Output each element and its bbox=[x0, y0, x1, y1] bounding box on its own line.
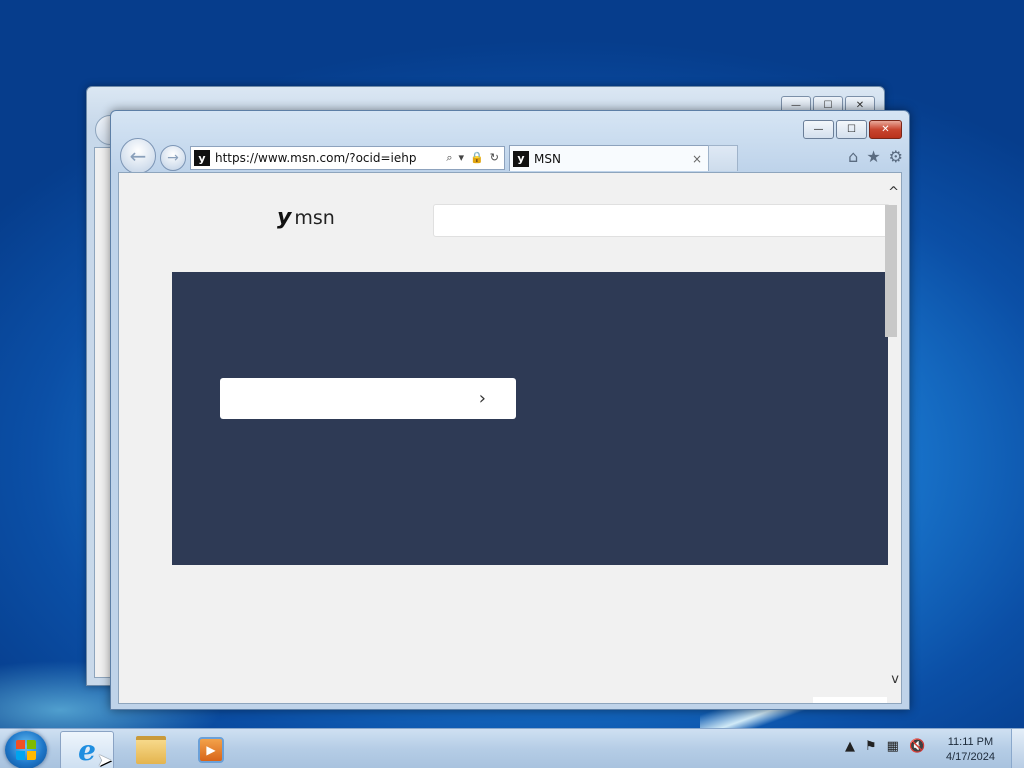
clock[interactable]: 11:11 PM 4/17/2024 bbox=[946, 735, 995, 765]
home-icon[interactable]: ⌂ bbox=[848, 147, 858, 166]
tab-close-icon[interactable]: × bbox=[692, 152, 702, 166]
lock-icon[interactable]: 🔒 bbox=[470, 151, 484, 165]
play-icon: ▶ bbox=[206, 742, 216, 757]
dropdown-icon[interactable]: ▾ bbox=[459, 151, 465, 165]
system-tray: ▲ ⚑ ▦ 🔇 bbox=[845, 739, 925, 754]
taskbar-file-explorer[interactable] bbox=[125, 731, 177, 768]
start-button[interactable] bbox=[5, 731, 47, 768]
back-arrow-icon: ← bbox=[129, 144, 147, 168]
scroll-down-icon[interactable]: v bbox=[891, 672, 899, 687]
maximize-button[interactable]: ☐ bbox=[836, 120, 867, 139]
chevron-right-icon: › bbox=[478, 388, 486, 409]
favorites-star-icon[interactable]: ★ bbox=[866, 147, 880, 166]
show-desktop-button[interactable] bbox=[1011, 729, 1024, 768]
bottom-element bbox=[813, 697, 887, 703]
desktop: — ☐ ✕ — ☐ ✕ ← → y https://www.msn.com/?o… bbox=[0, 0, 1024, 768]
page-content: y msn › ^ v bbox=[118, 172, 902, 704]
clock-time: 11:11 PM bbox=[947, 736, 994, 748]
msn-favicon-icon: y bbox=[194, 150, 210, 166]
tab-msn[interactable]: y MSN × bbox=[509, 145, 709, 171]
hero-banner: › bbox=[172, 272, 888, 565]
search-input[interactable] bbox=[433, 204, 890, 237]
taskbar: e ▶ ▲ ⚑ ▦ 🔇 11:11 PM 4/17/2024 bbox=[0, 728, 1024, 768]
taskbar-media-player[interactable]: ▶ bbox=[185, 731, 237, 768]
tab-favicon-icon: y bbox=[513, 150, 529, 167]
msn-logo[interactable]: y msn bbox=[277, 205, 335, 230]
address-url[interactable]: https://www.msn.com/?ocid=iehp bbox=[215, 151, 446, 165]
logo-text: msn bbox=[294, 206, 335, 229]
close-button[interactable]: ✕ bbox=[869, 120, 902, 139]
scrollbar-thumb[interactable] bbox=[885, 205, 897, 337]
action-center-flag-icon[interactable]: ⚑ bbox=[865, 739, 877, 754]
media-player-icon: ▶ bbox=[198, 736, 224, 763]
browser-toolbar-right: ⌂ ★ ⚙ bbox=[848, 147, 903, 166]
back-button[interactable]: ← bbox=[120, 138, 156, 174]
clock-date: 4/17/2024 bbox=[946, 751, 995, 763]
forward-arrow-icon: → bbox=[167, 150, 179, 166]
volume-muted-icon[interactable]: 🔇 bbox=[909, 739, 925, 754]
new-tab-button[interactable] bbox=[708, 145, 738, 171]
hero-action-button[interactable]: › bbox=[220, 378, 516, 419]
mouse-cursor-icon: ➤ bbox=[97, 750, 113, 768]
tab-title: MSN bbox=[534, 151, 561, 166]
scroll-up-icon[interactable]: ^ bbox=[888, 185, 899, 200]
folder-icon bbox=[136, 735, 166, 764]
browser-window: — ☐ ✕ ← → y https://www.msn.com/?ocid=ie… bbox=[110, 110, 910, 710]
windows-logo-icon bbox=[16, 740, 36, 760]
show-hidden-icons-icon[interactable]: ▲ bbox=[845, 739, 855, 754]
refresh-icon[interactable]: ↻ bbox=[490, 151, 499, 165]
address-bar[interactable]: y https://www.msn.com/?ocid=iehp ⌕ ▾ 🔒 ↻ bbox=[190, 146, 505, 170]
settings-gear-icon[interactable]: ⚙ bbox=[889, 147, 903, 166]
butterfly-icon: y bbox=[277, 205, 292, 230]
window-controls: — ☐ ✕ bbox=[803, 120, 902, 139]
minimize-button[interactable]: — bbox=[803, 120, 834, 139]
forward-button[interactable]: → bbox=[160, 145, 186, 171]
network-icon[interactable]: ▦ bbox=[887, 739, 899, 754]
internet-explorer-icon: e bbox=[78, 734, 96, 767]
search-icon[interactable]: ⌕ bbox=[446, 151, 452, 165]
address-tools: ⌕ ▾ 🔒 ↻ bbox=[446, 151, 499, 165]
